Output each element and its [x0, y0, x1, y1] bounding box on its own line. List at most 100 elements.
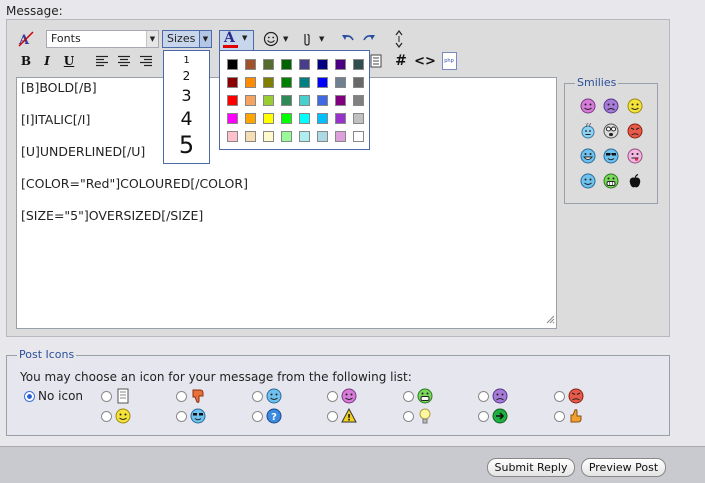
confused-icon[interactable]: ?? — [580, 123, 596, 139]
font-color-button[interactable]: A ▼ — [219, 30, 254, 51]
post-icon-radio[interactable] — [403, 411, 414, 422]
color-swatch[interactable] — [263, 113, 274, 124]
code-button[interactable]: <> — [414, 52, 436, 70]
svg-text:!: ! — [347, 414, 351, 424]
color-swatch[interactable] — [245, 131, 256, 142]
color-swatch[interactable] — [227, 77, 238, 88]
color-swatch[interactable] — [263, 59, 274, 70]
redo-icon[interactable] — [360, 30, 378, 48]
remove-format-icon[interactable]: A — [17, 30, 35, 48]
color-swatch[interactable] — [263, 131, 274, 142]
color-swatch[interactable] — [335, 77, 346, 88]
post-icon-radio[interactable] — [101, 391, 112, 402]
post-icon-radio[interactable] — [252, 391, 263, 402]
underline-button[interactable]: U — [60, 52, 78, 70]
cool-icon[interactable] — [603, 148, 619, 164]
post-icon-radio[interactable] — [554, 411, 565, 422]
post-icon-radio[interactable] — [176, 391, 187, 402]
color-swatch[interactable] — [263, 77, 274, 88]
italic-button[interactable]: I — [38, 52, 56, 70]
color-swatch[interactable] — [263, 95, 274, 106]
tongue-icon[interactable] — [627, 148, 643, 164]
color-swatch[interactable] — [227, 113, 238, 124]
size-option-4[interactable]: 4 — [164, 108, 209, 130]
smile-yellow-icon[interactable] — [627, 98, 643, 114]
color-swatch[interactable] — [299, 59, 310, 70]
color-swatch[interactable] — [353, 95, 364, 106]
align-right-icon[interactable] — [137, 52, 155, 70]
align-center-icon[interactable] — [115, 52, 133, 70]
color-swatch[interactable] — [335, 95, 346, 106]
sizes-select[interactable]: Sizes ▼ — [162, 30, 212, 48]
color-swatch[interactable] — [245, 77, 256, 88]
submit-reply-button[interactable]: Submit Reply — [487, 458, 575, 477]
color-swatch[interactable] — [317, 77, 328, 88]
apple-icon[interactable] — [627, 173, 643, 189]
color-swatch[interactable] — [245, 59, 256, 70]
color-swatch[interactable] — [335, 131, 346, 142]
attachment-icon[interactable] — [298, 30, 316, 48]
color-swatch[interactable] — [353, 113, 364, 124]
post-icon-radio[interactable] — [554, 391, 565, 402]
size-option-5[interactable]: 5 — [164, 131, 209, 159]
post-icon-radio[interactable] — [327, 411, 338, 422]
color-swatch[interactable] — [299, 113, 310, 124]
bottom-bar: Submit Reply Preview Post — [0, 446, 705, 483]
color-swatch[interactable] — [317, 95, 328, 106]
color-swatch[interactable] — [245, 95, 256, 106]
php-button[interactable]: php — [440, 52, 458, 70]
smile-purple-icon[interactable] — [580, 98, 596, 114]
smiley-icon[interactable] — [262, 30, 280, 48]
color-swatch[interactable] — [227, 131, 238, 142]
color-swatch[interactable] — [281, 59, 292, 70]
post-icon-radio[interactable] — [478, 391, 489, 402]
align-left-icon[interactable] — [93, 52, 111, 70]
post-icon-radio[interactable] — [176, 411, 187, 422]
color-swatch[interactable] — [281, 113, 292, 124]
color-swatch[interactable] — [353, 59, 364, 70]
undo-icon[interactable] — [339, 30, 357, 48]
color-swatch[interactable] — [317, 113, 328, 124]
color-swatch[interactable] — [281, 131, 292, 142]
size-option-2[interactable]: 2 — [164, 69, 209, 83]
color-swatch[interactable] — [317, 59, 328, 70]
no-icon-label: No icon — [38, 389, 84, 403]
color-swatch[interactable] — [299, 131, 310, 142]
chevron-down-icon[interactable]: ▼ — [283, 35, 288, 43]
color-swatch[interactable] — [245, 113, 256, 124]
color-swatch[interactable] — [353, 77, 364, 88]
hash-button[interactable]: # — [392, 52, 410, 70]
thumbs-up-icon — [570, 409, 582, 423]
color-swatch[interactable] — [299, 77, 310, 88]
resize-toggle-icon[interactable] — [390, 30, 408, 48]
frown-purple-icon[interactable] — [603, 98, 619, 114]
post-icon-radio[interactable] — [252, 411, 263, 422]
resize-grip-icon[interactable] — [546, 312, 555, 327]
mad-icon[interactable] — [627, 123, 643, 139]
color-swatch[interactable] — [335, 113, 346, 124]
fonts-select[interactable]: Fonts ▼ — [46, 30, 159, 48]
color-swatch[interactable] — [335, 59, 346, 70]
post-icon-radio[interactable] — [478, 411, 489, 422]
smile-blue-icon[interactable] — [580, 173, 596, 189]
post-icon-radio-none[interactable] — [24, 391, 35, 402]
grin-blue-icon[interactable] — [580, 148, 596, 164]
preview-post-button[interactable]: Preview Post — [581, 458, 666, 477]
color-swatch[interactable] — [353, 131, 364, 142]
color-swatch[interactable] — [227, 95, 238, 106]
bold-button[interactable]: B — [17, 52, 35, 70]
color-swatch[interactable] — [299, 95, 310, 106]
color-swatch[interactable] — [281, 95, 292, 106]
size-option-1[interactable]: 1 — [164, 55, 209, 66]
size-option-3[interactable]: 3 — [164, 86, 209, 105]
post-icon-radio[interactable] — [403, 391, 414, 402]
color-swatch[interactable] — [317, 131, 328, 142]
chevron-down-icon[interactable]: ▼ — [319, 35, 324, 43]
post-icon-radio[interactable] — [101, 411, 112, 422]
post-icon-radio[interactable] — [327, 391, 338, 402]
color-swatch[interactable] — [227, 59, 238, 70]
post-smile-yellow-icon — [115, 408, 131, 424]
color-swatch[interactable] — [281, 77, 292, 88]
eek-icon[interactable] — [603, 123, 619, 139]
big-grin-green-icon[interactable] — [603, 173, 619, 189]
